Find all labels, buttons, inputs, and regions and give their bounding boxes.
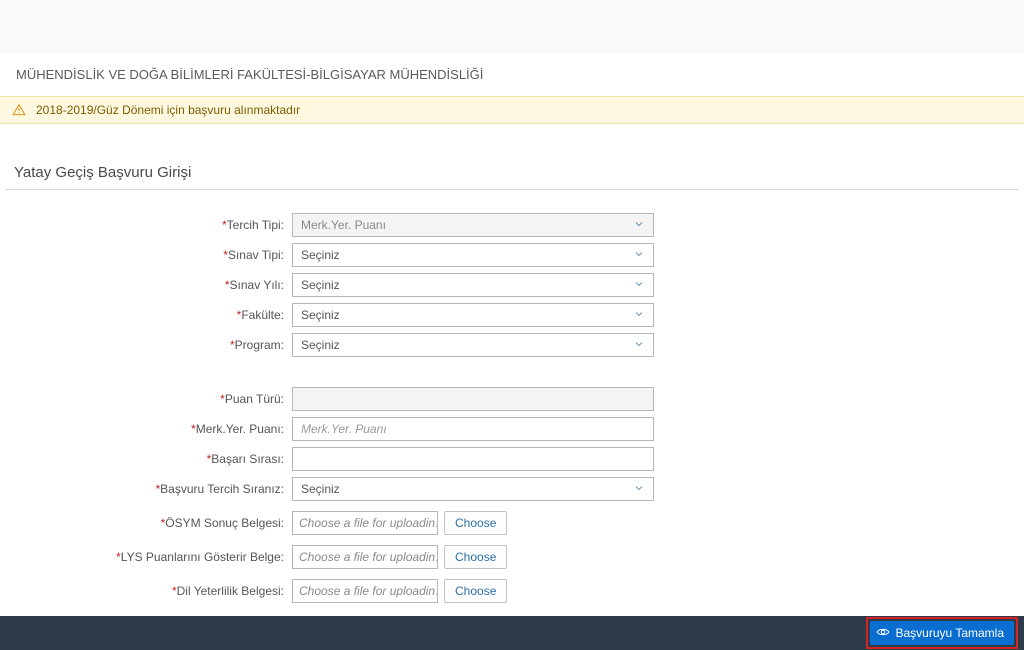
complete-highlight: Başvuruyu Tamamla (866, 617, 1019, 649)
input-basari-sirasi[interactable] (301, 448, 645, 470)
label-program: *Program: (0, 338, 292, 352)
warning-icon (12, 103, 26, 117)
label-osym-sonuc: *ÖSYM Sonuç Belgesi: (0, 516, 292, 530)
chevron-down-icon (633, 308, 645, 323)
label-fakulte: *Fakülte: (0, 308, 292, 322)
top-bar (0, 0, 1024, 53)
file-box-osym[interactable]: Choose a file for uploadin… (292, 511, 438, 535)
choose-button-lys[interactable]: Choose (444, 545, 507, 569)
label-basvuru-tercih: *Başvuru Tercih Sıranız: (0, 482, 292, 496)
warning-bar: 2018-2019/Güz Dönemi için başvuru alınma… (0, 96, 1024, 124)
select-basvuru-tercih[interactable]: Seçiniz (292, 477, 654, 501)
row-puan-turu: *Puan Türü: (0, 386, 1024, 412)
input-merk-yer-puani-wrap (292, 417, 654, 441)
row-sinav-tipi: *Sınav Tipi: Seçiniz (0, 242, 1024, 268)
row-fakulte: *Fakülte: Seçiniz (0, 302, 1024, 328)
select-tercih-tipi[interactable]: Merk.Yer. Puanı (292, 213, 654, 237)
label-merk-yer-puani: *Merk.Yer. Puanı: (0, 422, 292, 436)
input-puan-turu (292, 387, 654, 411)
row-basvuru-tercih: *Başvuru Tercih Sıranız: Seçiniz (0, 476, 1024, 502)
select-value: Seçiniz (301, 278, 340, 292)
select-value: Seçiniz (301, 308, 340, 322)
label-tercih-tipi: *Tercih Tipi: (0, 218, 292, 232)
select-value: Seçiniz (301, 482, 340, 496)
row-dil-yeterlilik: *Dil Yeterlilik Belgesi: Choose a file f… (0, 578, 1024, 604)
row-lys-puan: *LYS Puanlarını Gösterir Belge: Choose a… (0, 544, 1024, 570)
label-puan-turu: *Puan Türü: (0, 392, 292, 406)
faculty-title: MÜHENDİSLİK VE DOĞA BİLİMLERİ FAKÜLTESİ-… (0, 53, 1024, 96)
select-value: Seçiniz (301, 338, 340, 352)
chevron-down-icon (633, 248, 645, 263)
input-basari-sirasi-wrap (292, 447, 654, 471)
form-area: *Tercih Tipi: Merk.Yer. Puanı *Sınav Tip… (0, 212, 1024, 604)
label-lys-puan: *LYS Puanlarını Gösterir Belge: (0, 550, 292, 564)
chevron-down-icon (633, 338, 645, 353)
row-osym-sonuc: *ÖSYM Sonuç Belgesi: Choose a file for u… (0, 510, 1024, 536)
select-sinav-tipi[interactable]: Seçiniz (292, 243, 654, 267)
select-fakulte[interactable]: Seçiniz (292, 303, 654, 327)
row-program: *Program: Seçiniz (0, 332, 1024, 358)
choose-button-osym[interactable]: Choose (444, 511, 507, 535)
chevron-down-icon (633, 278, 645, 293)
chevron-down-icon (633, 218, 645, 233)
row-tercih-tipi: *Tercih Tipi: Merk.Yer. Puanı (0, 212, 1024, 238)
row-sinav-yili: *Sınav Yılı: Seçiniz (0, 272, 1024, 298)
file-box-lys[interactable]: Choose a file for uploadin… (292, 545, 438, 569)
label-dil-yeterlilik: *Dil Yeterlilik Belgesi: (0, 584, 292, 598)
choose-button-dil[interactable]: Choose (444, 579, 507, 603)
footer-bar: Başvuruyu Tamamla (0, 616, 1024, 650)
warning-text: 2018-2019/Güz Dönemi için başvuru alınma… (36, 103, 300, 117)
chevron-down-icon (633, 482, 645, 497)
section-title: Yatay Geçiş Başvuru Girişi (6, 164, 1018, 190)
label-sinav-yili: *Sınav Yılı: (0, 278, 292, 292)
eye-icon (876, 625, 890, 642)
select-value: Merk.Yer. Puanı (301, 218, 386, 232)
row-basari-sirasi: *Başarı Sırası: (0, 446, 1024, 472)
select-sinav-yili[interactable]: Seçiniz (292, 273, 654, 297)
select-program[interactable]: Seçiniz (292, 333, 654, 357)
input-merk-yer-puani[interactable] (301, 418, 645, 440)
complete-label: Başvuruyu Tamamla (896, 626, 1005, 640)
label-basari-sirasi: *Başarı Sırası: (0, 452, 292, 466)
label-sinav-tipi: *Sınav Tipi: (0, 248, 292, 262)
complete-button[interactable]: Başvuruyu Tamamla (870, 621, 1015, 645)
select-value: Seçiniz (301, 248, 340, 262)
row-merk-yer-puani: *Merk.Yer. Puanı: (0, 416, 1024, 442)
file-box-dil[interactable]: Choose a file for uploadin… (292, 579, 438, 603)
